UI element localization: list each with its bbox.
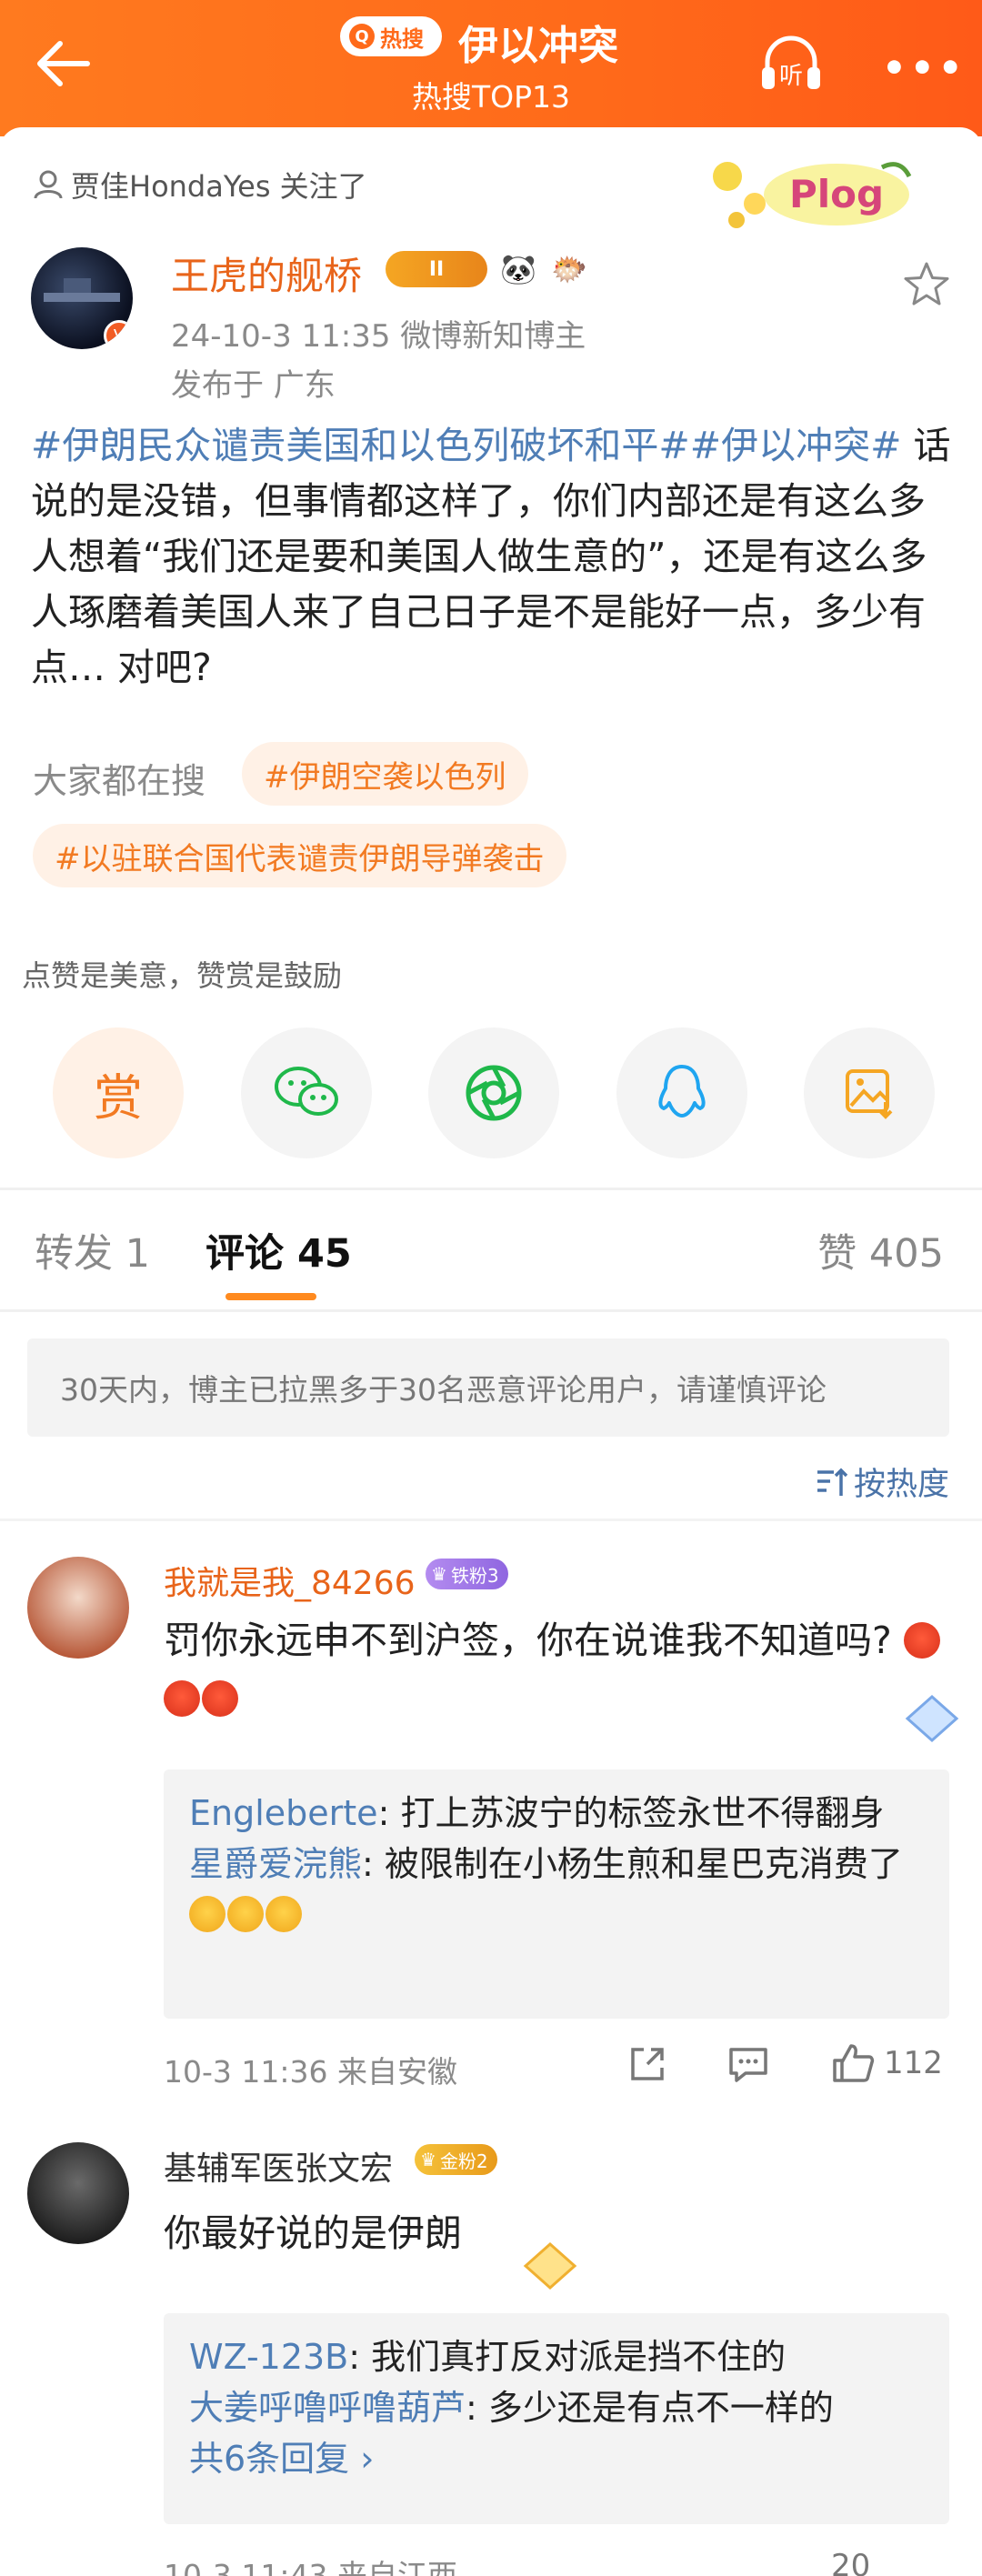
fan-badge: ♛ 金粉2 [415,2144,497,2175]
topic-tag[interactable]: #伊以冲突# [690,424,902,467]
page-title: 伊以冲突 [458,23,618,69]
wechat-icon [274,1067,338,1116]
image-download-icon [846,1069,893,1119]
level-badge: II [386,251,487,287]
comment-text: 罚你永远申不到沪签，你在说谁我不知道吗? [164,1611,946,1728]
search-icon: Q [349,24,375,49]
post-date: 24-10-3 11:35 微博新知博主 [171,318,586,355]
crown-icon: ♛ [420,2149,436,2170]
tab-comments[interactable]: 评论 45 [205,1222,352,1278]
reply-author[interactable]: WZ-123B [189,2337,348,2377]
favorite-button[interactable] [902,260,951,309]
hot-search-badge: Q 热搜 [340,16,442,56]
reply-comment-button[interactable] [727,2044,769,2084]
save-image-button[interactable] [804,1027,935,1158]
qq-icon [657,1065,706,1118]
gold-decoration-icon [523,2241,577,2290]
comment-notice: 30天内，博主已拉黑多于30名恶意评论用户，请谨慎评论 [27,1338,949,1437]
person-icon [34,170,63,199]
like-count: 112 [884,2045,943,2081]
follow-info: 贾佳HondaYes 关注了 [33,164,367,205]
more-replies-link[interactable]: 共6条回复 › [189,2433,924,2484]
commenter-avatar[interactable] [27,1557,129,1659]
thumbs-up-icon [833,2044,875,2082]
angry-emoji-icon [164,1680,200,1717]
post-body: #伊朗民众谴责美国和以色列破坏和平##伊以冲突# 话说的是没错，但事情都这样了，… [31,418,951,696]
reward-hint: 点赞是美意，赞赏是鼓励 [22,958,343,993]
author-avatar[interactable]: V [31,247,133,349]
crown-icon: ♛ [431,1563,447,1585]
crying-emoji-icon [227,1896,264,1932]
search-chip[interactable]: #以驻联合国代表谴责伊朗导弹袭击 [33,824,566,887]
share-comment-button[interactable] [627,2044,667,2084]
active-tab-indicator [225,1293,316,1300]
reply-author[interactable]: 大姜呼噜呼噜葫芦 [189,2388,466,2428]
share-row: 赏 [53,1027,935,1158]
page-subtitle: 热搜TOP13 [411,79,571,115]
trending-search-label: 大家都在搜 [33,761,206,801]
reply-item: 大姜呼噜呼噜葫芦: 多少还是有点不一样的 [189,2388,834,2428]
post-card: 贾佳HondaYes 关注了 Plog V 王虎的舰桥 II 🐼 🐡 24-10… [0,127,982,1182]
wechat-share-button[interactable] [240,1027,372,1158]
angry-emoji-icon [202,1680,238,1717]
tab-likes[interactable]: 赞 405 [817,1222,944,1278]
divider [0,1309,982,1312]
reply-item: Engleberte: 打上苏波宁的标签永世不得翻身 [189,1793,885,1833]
reward-button[interactable]: 赏 [53,1027,184,1158]
comment-meta: 10-3 11:43 来自江西 [164,2558,457,2576]
crying-emoji-icon [266,1896,302,1932]
diamond-decoration-icon [905,1694,959,1743]
listen-button[interactable]: 听 [755,27,827,100]
search-chip[interactable]: #伊朗空袭以色列 [242,742,528,806]
panda-icon: 🐼 [500,252,536,286]
reply-author[interactable]: Engleberte [189,1793,378,1833]
share-icon [631,2048,664,2080]
sort-icon [817,1468,848,1496]
svg-text:Plog: Plog [789,172,884,216]
reply-item: 星爵爱浣熊: 被限制在小杨生煎和星巴克消费了 [189,1839,924,1940]
commenter-name[interactable]: 基辅军医张文宏 [164,2142,393,2190]
fan-badge: ♛ 铁粉3 [426,1559,508,1589]
reply-box[interactable]: WZ-123B: 我们真打反对派是挡不住的 大姜呼噜呼噜葫芦: 多少还是有点不一… [164,2313,949,2524]
like-comment-button[interactable]: 20 [831,2548,870,2576]
verified-icon: V [104,320,133,349]
topic-tag[interactable]: #伊朗民众谴责美国和以色列破坏和平# [31,424,690,467]
crying-emoji-icon [189,1896,225,1932]
puffer-fish-icon: 🐡 [551,252,587,286]
star-icon [904,262,949,306]
divider [0,1188,982,1190]
commenter-name[interactable]: 我就是我_84266 [164,1557,416,1604]
like-comment-button[interactable]: 112 [831,2042,943,2084]
angry-emoji-icon [903,1622,940,1659]
sort-button[interactable]: 按热度 [814,1458,949,1505]
qq-share-button[interactable] [616,1027,747,1158]
comment-meta: 10-3 11:36 来自安徽 [164,2054,457,2090]
reply-item: WZ-123B: 我们真打反对派是挡不住的 [189,2337,787,2377]
author-name[interactable]: 王虎的舰桥 [171,246,362,301]
tab-repost[interactable]: 转发 1 [35,1222,150,1278]
moments-share-button[interactable] [428,1027,559,1158]
moments-icon [466,1065,522,1121]
top-bar: Q 热搜 伊以冲突 热搜TOP13 听 ••• [0,0,982,136]
commenter-avatar[interactable] [27,2142,129,2244]
post-location: 发布于 广东 [171,367,336,404]
divider [0,1519,982,1521]
plog-decoration: Plog [713,162,912,228]
author-badges: II 🐼 🐡 [386,249,589,289]
like-count: 20 [831,2548,871,2576]
comment-icon [729,2048,767,2082]
more-options-icon[interactable]: ••• [882,45,967,90]
reply-author[interactable]: 星爵爱浣熊 [189,1844,362,1884]
reply-box[interactable]: Engleberte: 打上苏波宁的标签永世不得翻身 星爵爱浣熊: 被限制在小杨… [164,1769,949,2019]
svg-text:听: 听 [779,63,803,90]
headphones-icon: 听 [762,35,820,90]
